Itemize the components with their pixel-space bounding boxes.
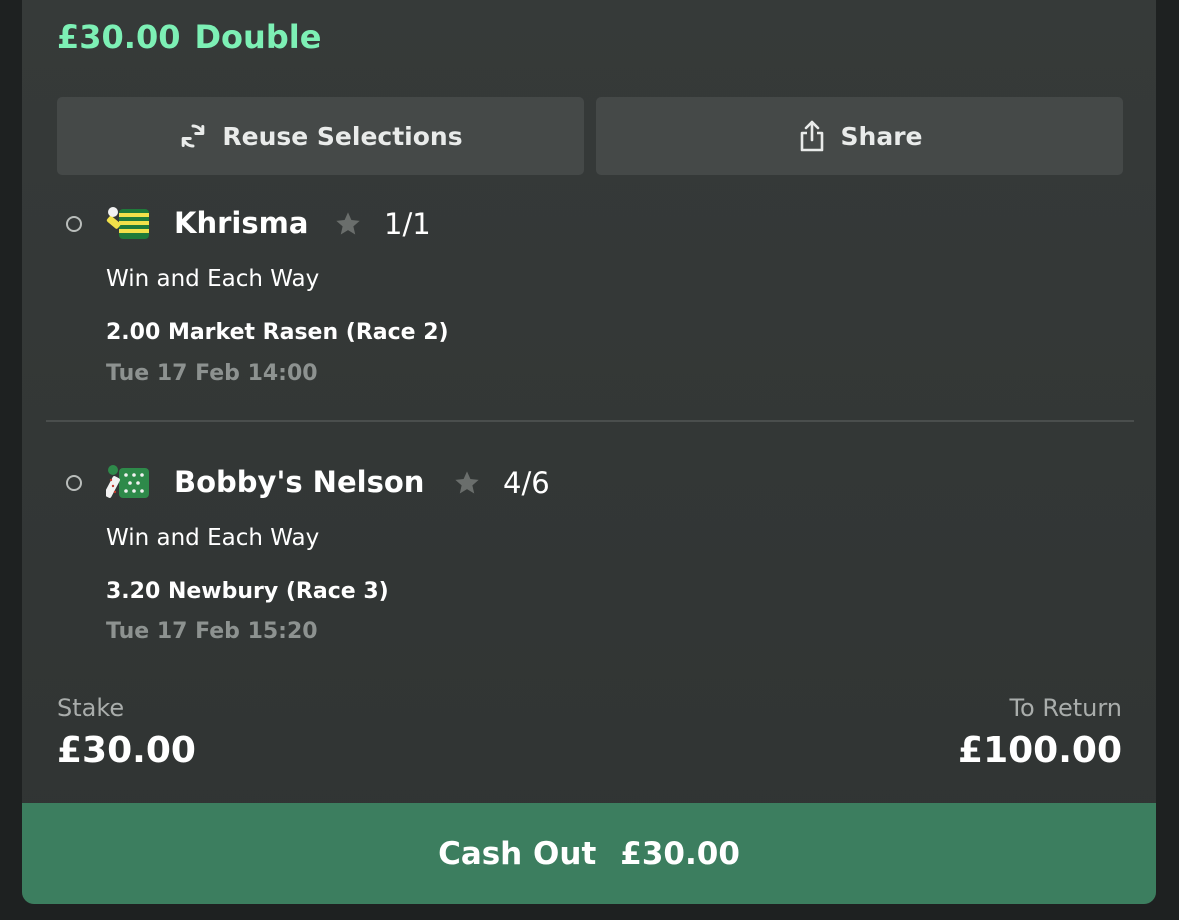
share-icon	[797, 119, 827, 153]
bet-amount: £30.00	[57, 18, 181, 56]
reuse-selections-button[interactable]: Reuse Selections	[57, 97, 584, 175]
share-button[interactable]: Share	[596, 97, 1123, 175]
cash-out-amount: £30.00	[620, 835, 740, 872]
bet-card: £30.00 Double Reuse Selections Share Khr…	[22, 0, 1156, 904]
star-icon[interactable]	[334, 210, 362, 238]
odds: 4/6	[503, 466, 550, 500]
star-icon[interactable]	[453, 469, 481, 497]
bet-type-label: Win and Each Way	[106, 266, 320, 292]
stake-label: Stake	[57, 694, 125, 722]
stake-value: £30.00	[57, 730, 196, 771]
race-name: 3.20 Newbury (Race 3)	[106, 579, 389, 604]
bet-type: Double	[194, 18, 322, 56]
runner-name: Khrisma	[174, 206, 309, 240]
share-label: Share	[840, 121, 923, 151]
race-name: 2.00 Market Rasen (Race 2)	[106, 320, 449, 345]
bet-type-label: Win and Each Way	[106, 525, 320, 551]
to-return-label: To Return	[1009, 694, 1122, 722]
odds: 1/1	[384, 207, 431, 241]
selection-divider	[46, 420, 1134, 422]
jockey-silk-green-white-spots-icon	[106, 465, 149, 498]
to-return-value: £100.00	[958, 730, 1122, 771]
cash-out-label: Cash Out	[438, 835, 597, 872]
selection-status-indicator	[66, 216, 82, 232]
runner-name: Bobby's Nelson	[174, 465, 425, 499]
refresh-icon	[178, 121, 208, 151]
selection-status-indicator	[66, 475, 82, 491]
race-time: Tue 17 Feb 14:00	[106, 361, 318, 386]
bet-header: £30.00 Double	[57, 18, 321, 56]
reuse-selections-label: Reuse Selections	[222, 121, 463, 151]
race-time: Tue 17 Feb 15:20	[106, 619, 318, 644]
cash-out-button[interactable]: Cash Out £30.00	[22, 803, 1156, 904]
jockey-silk-yellow-green-hoops-icon	[106, 207, 149, 239]
